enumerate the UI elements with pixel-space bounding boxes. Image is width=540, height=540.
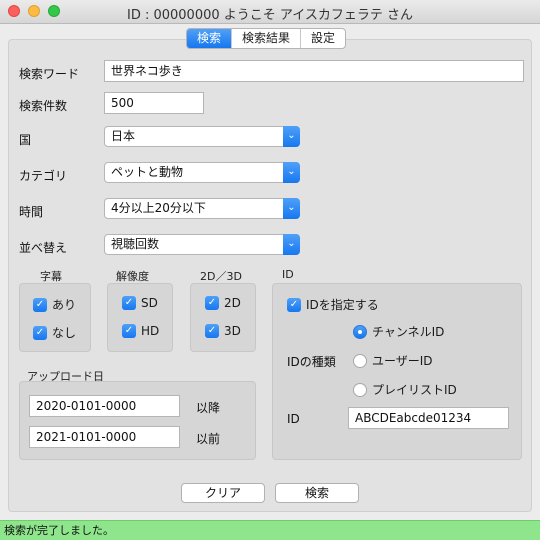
radio-label: プレイリストID (372, 383, 457, 397)
dimension-2d-checkbox[interactable]: ✓ 2D (205, 296, 241, 310)
radio-channel-id[interactable]: チャンネルID (353, 323, 444, 340)
keyword-input[interactable]: 世界ネコ歩き (104, 60, 524, 82)
status-bar: 検索が完了しました。 (0, 520, 540, 540)
upload-date-group (19, 381, 256, 460)
duration-label: 時間 (19, 205, 44, 219)
duration-select[interactable]: 4分以上20分以下 ⌄ (104, 198, 300, 219)
search-button[interactable]: 検索 (275, 483, 359, 503)
chevron-down-icon: ⌄ (283, 234, 300, 255)
category-value: ペットと動物 (111, 165, 184, 179)
radio-label: ユーザーID (372, 354, 433, 368)
checkmark-icon: ✓ (205, 324, 219, 338)
subtitles-yes-checkbox[interactable]: ✓ あり (33, 296, 76, 313)
tab-bar: 検索 検索結果 設定 (186, 28, 347, 49)
country-label: 国 (19, 133, 32, 147)
sort-select[interactable]: 視聴回数 ⌄ (104, 234, 300, 255)
sort-label: 並べ替え (19, 241, 68, 255)
radio-selected-icon (353, 324, 367, 339)
country-select[interactable]: 日本 ⌄ (104, 126, 300, 147)
resolution-sd-checkbox[interactable]: ✓ SD (122, 296, 158, 310)
upload-to-input[interactable]: 2021-0101-0000 (29, 426, 180, 448)
upload-to-suffix: 以前 (196, 432, 221, 446)
sort-value: 視聴回数 (111, 237, 160, 251)
radio-label: チャンネルID (372, 325, 445, 339)
upload-from-input[interactable]: 2020-0101-0000 (29, 395, 180, 417)
dimension-title: 2D／3D (200, 270, 242, 283)
checkbox-label: SD (141, 296, 158, 310)
tab-results[interactable]: 検索結果 (231, 29, 300, 48)
id-input[interactable]: ABCDEabcde01234 (348, 407, 509, 429)
resolution-group (107, 283, 173, 352)
chevron-down-icon: ⌄ (283, 162, 300, 183)
checkbox-label: IDを指定する (306, 298, 379, 312)
upload-from-suffix: 以降 (196, 401, 221, 415)
count-label: 検索件数 (19, 99, 68, 113)
radio-unselected-icon (353, 382, 367, 397)
specify-id-checkbox[interactable]: ✓ IDを指定する (287, 296, 379, 313)
subtitles-title: 字幕 (40, 270, 62, 283)
checkbox-label: 2D (224, 296, 241, 310)
dimension-group (190, 283, 256, 352)
chevron-down-icon: ⌄ (283, 198, 300, 219)
checkmark-icon: ✓ (287, 297, 301, 312)
category-label: カテゴリ (19, 169, 68, 183)
tab-settings[interactable]: 設定 (300, 29, 345, 48)
keyword-label: 検索ワード (19, 67, 80, 81)
checkmark-icon: ✓ (205, 296, 219, 310)
radio-unselected-icon (353, 353, 367, 368)
radio-user-id[interactable]: ユーザーID (353, 352, 433, 369)
count-input[interactable]: 500 (104, 92, 204, 114)
clear-button[interactable]: クリア (181, 483, 265, 503)
chevron-down-icon: ⌄ (283, 126, 300, 147)
id-section-title: ID (282, 268, 294, 281)
subtitles-group (19, 283, 91, 352)
country-value: 日本 (111, 129, 136, 143)
title-bar: ID : 00000000 ようこそ アイスカフェラテ さん (0, 0, 540, 24)
checkmark-icon: ✓ (122, 324, 136, 338)
checkmark-icon: ✓ (122, 296, 136, 310)
category-select[interactable]: ペットと動物 ⌄ (104, 162, 300, 183)
radio-playlist-id[interactable]: プレイリストID (353, 381, 457, 398)
resolution-hd-checkbox[interactable]: ✓ HD (122, 324, 159, 338)
window-title: ID : 00000000 ようこそ アイスカフェラテ さん (126, 8, 413, 23)
checkbox-label: なし (52, 326, 77, 340)
checkmark-icon: ✓ (33, 325, 47, 340)
checkbox-label: HD (141, 324, 160, 338)
duration-value: 4分以上20分以下 (111, 201, 206, 215)
subtitles-no-checkbox[interactable]: ✓ なし (33, 324, 76, 341)
id-type-label: IDの種類 (287, 355, 336, 369)
dimension-3d-checkbox[interactable]: ✓ 3D (205, 324, 241, 338)
checkbox-label: あり (52, 298, 77, 312)
checkmark-icon: ✓ (33, 297, 47, 312)
resolution-title: 解像度 (116, 270, 149, 283)
tab-search[interactable]: 検索 (187, 29, 232, 48)
checkbox-label: 3D (224, 324, 241, 338)
id-label: ID (287, 412, 300, 426)
